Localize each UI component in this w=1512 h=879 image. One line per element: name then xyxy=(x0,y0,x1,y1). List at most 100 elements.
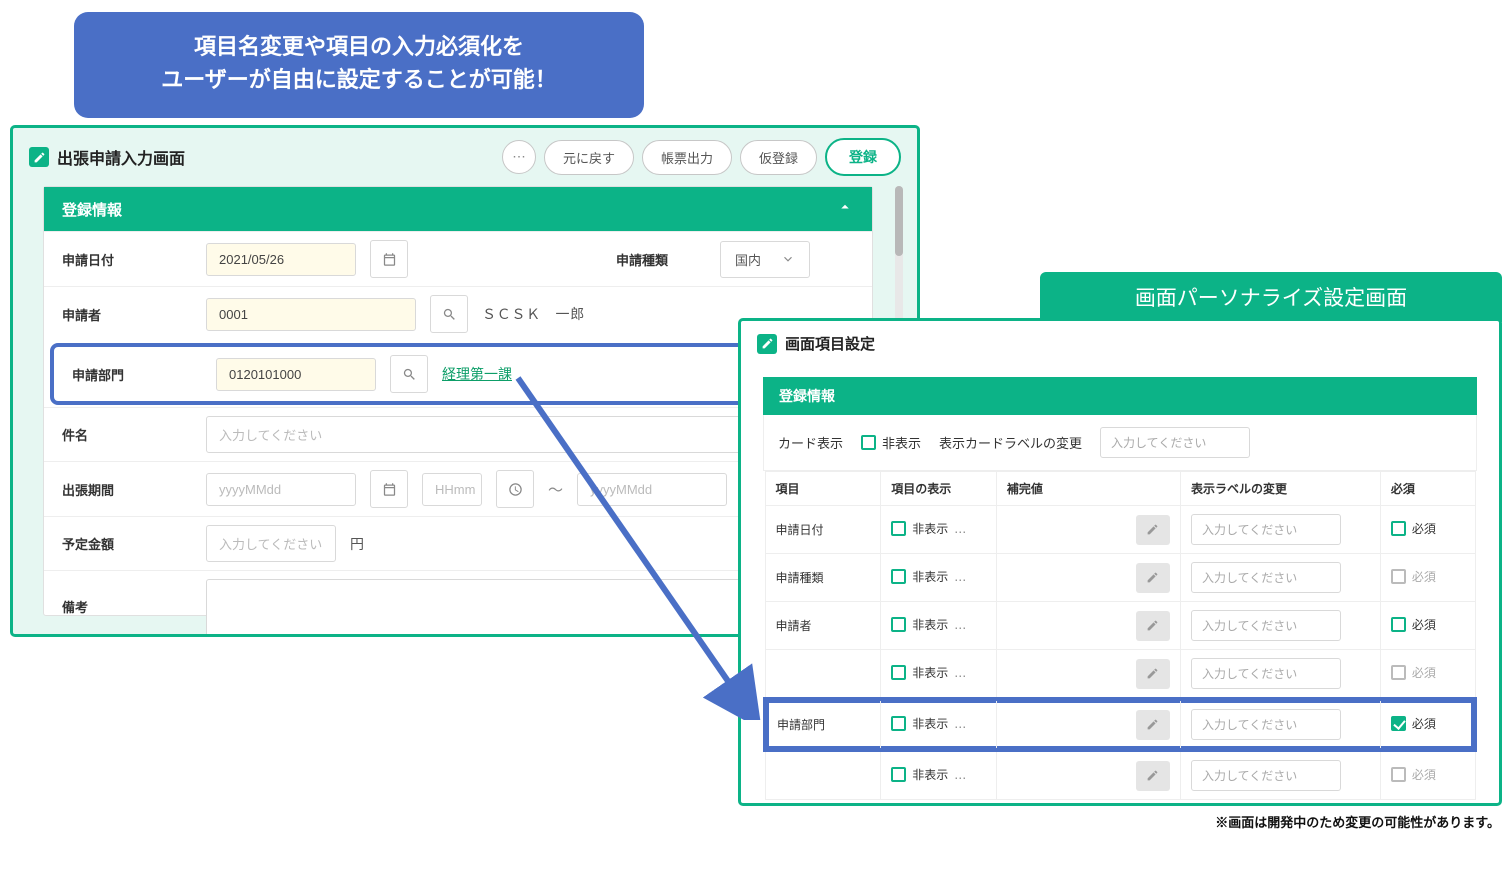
cell-required: 必須 xyxy=(1380,602,1475,650)
report-output-button[interactable]: 帳票出力 xyxy=(642,140,732,175)
undo-button[interactable]: 元に戻す xyxy=(544,140,634,175)
cell-required: 必須 xyxy=(1380,650,1475,700)
more-dots-icon[interactable]: ⋯ xyxy=(948,771,966,785)
checkbox-icon xyxy=(891,767,906,782)
table-row: 申請日付 非表示 ⋯ 入力してください 必須 xyxy=(765,506,1475,554)
checkbox-icon xyxy=(1391,617,1406,632)
clock-start-button[interactable] xyxy=(496,470,534,508)
checkbox-icon xyxy=(1391,665,1406,680)
more-dots-icon[interactable]: ⋯ xyxy=(948,573,966,587)
amount-unit: 円 xyxy=(350,534,365,554)
input-period-end-date[interactable]: yyyyMMdd xyxy=(577,473,727,506)
edit-complement-button[interactable] xyxy=(1136,515,1170,545)
hidden-checkbox[interactable]: 非表示 xyxy=(891,766,948,783)
pencil-icon xyxy=(1146,523,1159,536)
hidden-checkbox[interactable]: 非表示 xyxy=(891,616,948,633)
edit-complement-button[interactable] xyxy=(1136,710,1170,740)
card-hidden-checkbox[interactable]: 非表示 xyxy=(861,433,921,452)
cell-item-name: 申請部門 xyxy=(765,699,881,750)
required-checkbox[interactable]: 必須 xyxy=(1391,568,1436,585)
required-checkbox[interactable]: 必須 xyxy=(1391,616,1436,633)
cell-complement xyxy=(996,699,1180,750)
panel-left-title: 出張申請入力画面 xyxy=(57,145,185,169)
label-subject: 件名 xyxy=(62,425,192,444)
col-item: 項目 xyxy=(765,472,881,506)
col-complement: 補完値 xyxy=(996,472,1180,506)
calendar-icon xyxy=(382,252,397,267)
input-apply-date[interactable]: 2021/05/26 xyxy=(206,243,356,276)
label-change-input[interactable]: 入力してください xyxy=(1191,760,1341,791)
cell-complement xyxy=(996,506,1180,554)
label-change-input[interactable]: 入力してください xyxy=(1191,514,1341,545)
cell-item-display: 非表示 ⋯ xyxy=(881,750,997,800)
chevron-down-icon xyxy=(781,252,795,266)
col-item-display: 項目の表示 xyxy=(881,472,997,506)
hidden-checkbox[interactable]: 非表示 xyxy=(891,715,948,732)
required-checkbox[interactable]: 必須 xyxy=(1391,664,1436,681)
draft-register-button[interactable]: 仮登録 xyxy=(740,140,817,175)
checkbox-icon xyxy=(1391,521,1406,536)
pr-card-display-row: カード表示 非表示 表示カードラベルの変更 入力してください xyxy=(763,415,1477,471)
required-label: 必須 xyxy=(1412,664,1436,681)
cell-required: 必須 xyxy=(1380,506,1475,554)
card-label-input[interactable]: 入力してください xyxy=(1100,427,1250,458)
select-apply-type[interactable]: 国内 xyxy=(720,241,810,278)
period-separator: 〜 xyxy=(548,479,563,500)
hidden-checkbox[interactable]: 非表示 xyxy=(891,520,948,537)
search-applicant-button[interactable] xyxy=(430,295,468,333)
more-dots-icon[interactable]: ⋯ xyxy=(948,621,966,635)
panel-right-header: 画面項目設定 xyxy=(741,321,1499,367)
required-checkbox[interactable]: 必須 xyxy=(1391,766,1436,783)
label-change-input[interactable]: 入力してください xyxy=(1191,658,1341,689)
label-change-input[interactable]: 入力してください xyxy=(1191,562,1341,593)
edit-complement-button[interactable] xyxy=(1136,761,1170,791)
calendar-button[interactable] xyxy=(370,240,408,278)
panel-right-body: 登録情報 カード表示 非表示 表示カードラベルの変更 入力してください 項目 項… xyxy=(741,367,1499,806)
apply-dept-name[interactable]: 経理第一課 xyxy=(442,364,512,384)
more-dots-icon[interactable]: ⋯ xyxy=(948,525,966,539)
input-period-start-date[interactable]: yyyyMMdd xyxy=(206,473,356,506)
input-period-start-time[interactable]: HHmm xyxy=(422,473,482,506)
cell-item-display: 非表示 ⋯ xyxy=(881,650,997,700)
cell-label-change: 入力してください xyxy=(1180,699,1380,750)
edit-complement-button[interactable] xyxy=(1136,563,1170,593)
edit-complement-button[interactable] xyxy=(1136,611,1170,641)
input-amount[interactable]: 入力してください xyxy=(206,525,336,562)
card-header[interactable]: 登録情報 xyxy=(44,187,872,231)
item-settings-table: 項目 項目の表示 補完値 表示ラベルの変更 必須 申請日付 非表示 ⋯ 入力して… xyxy=(763,471,1477,800)
feature-callout: 項目名変更や項目の入力必須化を ユーザーが自由に設定することが可能！ xyxy=(74,12,644,118)
table-row: 非表示 ⋯ 入力してください 必須 xyxy=(765,750,1475,800)
pencil-icon xyxy=(1146,619,1159,632)
edit-complement-button[interactable] xyxy=(1136,659,1170,689)
pencil-icon xyxy=(1146,571,1159,584)
label-applicant: 申請者 xyxy=(62,305,192,324)
cell-complement xyxy=(996,602,1180,650)
calendar-start-button[interactable] xyxy=(370,470,408,508)
panel-left-title-group: 出張申請入力画面 xyxy=(29,145,185,169)
more-dots-icon[interactable]: ⋯ xyxy=(948,669,966,683)
more-dots-icon[interactable]: ⋯ xyxy=(948,720,966,734)
required-checkbox[interactable]: 必須 xyxy=(1391,715,1436,732)
cell-complement xyxy=(996,554,1180,602)
pr-card-title: 登録情報 xyxy=(763,377,1477,415)
cell-label-change: 入力してください xyxy=(1180,602,1380,650)
table-header-row: 項目 項目の表示 補完値 表示ラベルの変更 必須 xyxy=(765,472,1475,506)
input-apply-dept-code[interactable]: 0120101000 xyxy=(216,358,376,391)
edit-icon xyxy=(757,334,777,354)
panel-left-header: 出張申請入力画面 ⋯ 元に戻す 帳票出力 仮登録 登録 xyxy=(13,128,917,186)
cell-label-change: 入力してください xyxy=(1180,750,1380,800)
more-button[interactable]: ⋯ xyxy=(502,140,536,174)
cell-item-display: 非表示 ⋯ xyxy=(881,554,997,602)
hidden-checkbox[interactable]: 非表示 xyxy=(891,664,948,681)
checkbox-icon xyxy=(1391,716,1406,731)
edit-icon xyxy=(29,147,49,167)
required-checkbox[interactable]: 必須 xyxy=(1391,520,1436,537)
panel-left-actions: ⋯ 元に戻す 帳票出力 仮登録 登録 xyxy=(502,138,901,176)
clock-icon xyxy=(508,482,523,497)
label-change-input[interactable]: 入力してください xyxy=(1191,610,1341,641)
search-dept-button[interactable] xyxy=(390,355,428,393)
hidden-checkbox[interactable]: 非表示 xyxy=(891,568,948,585)
input-applicant-code[interactable]: 0001 xyxy=(206,298,416,331)
register-button[interactable]: 登録 xyxy=(825,138,901,176)
label-change-input[interactable]: 入力してください xyxy=(1191,709,1341,740)
